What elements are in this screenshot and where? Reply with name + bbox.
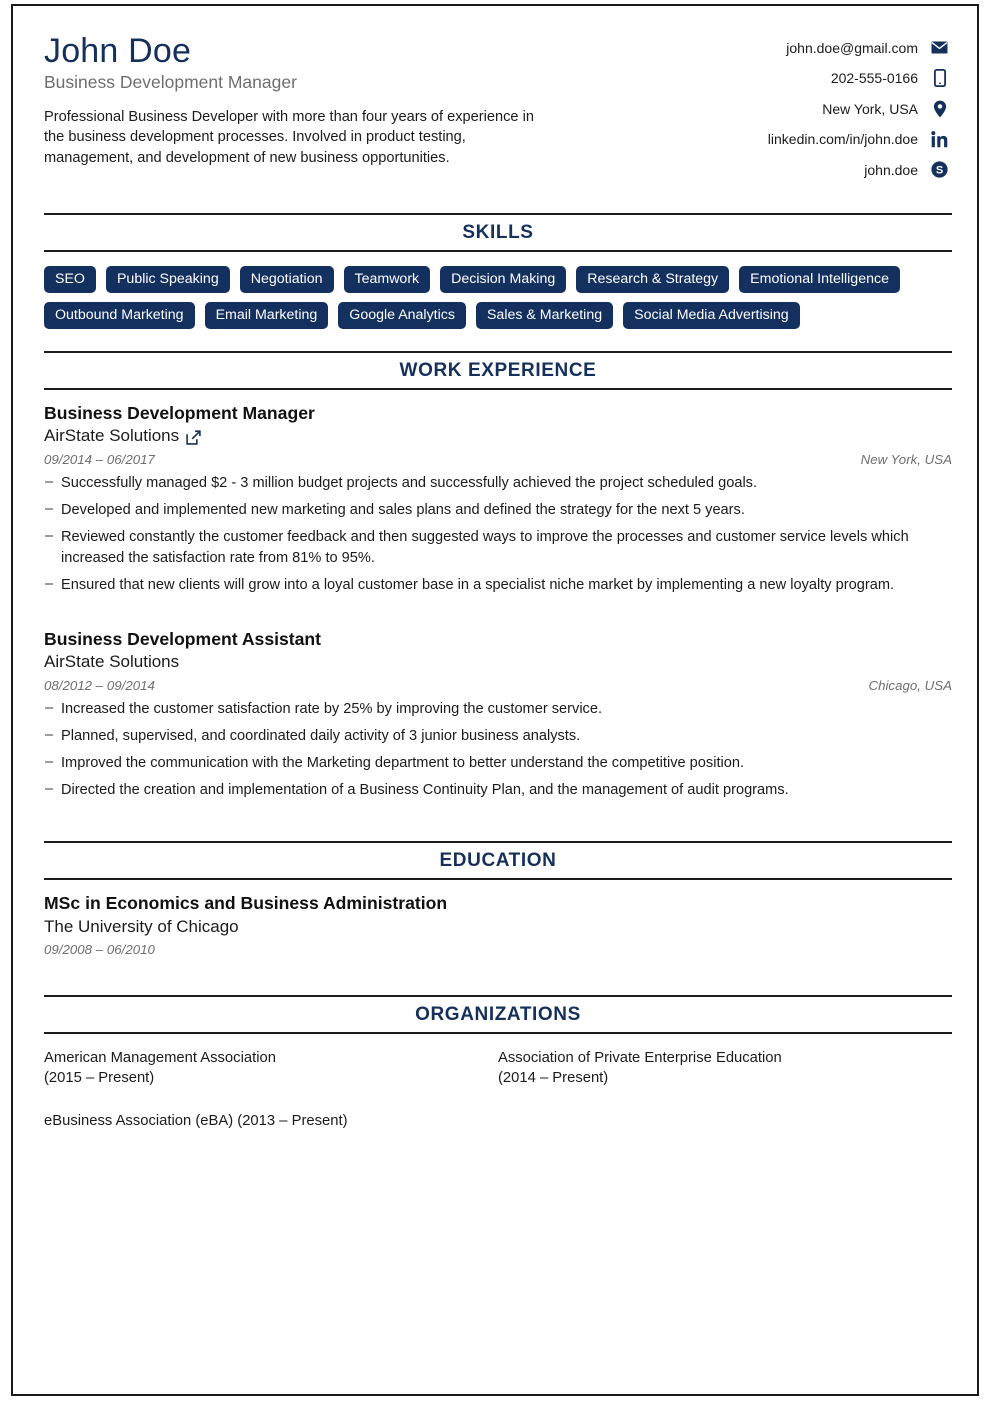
section-organizations: ORGANIZATIONS American Management Associ… xyxy=(44,995,952,1153)
contact-item-email[interactable]: john.doe@gmail.com xyxy=(768,38,949,57)
external-link-icon[interactable] xyxy=(186,430,201,445)
work-entry-bullets: Successfully managed $2 - 3 million budg… xyxy=(44,472,952,596)
contact-item-location: New York, USA xyxy=(768,99,949,118)
work-entry-meta: 09/2014 – 06/2017 New York, USA xyxy=(44,452,952,467)
skill-badge[interactable]: Teamwork xyxy=(343,265,431,293)
contact-location-text: New York, USA xyxy=(822,100,918,117)
work-entry-company: AirState Solutions xyxy=(44,425,949,448)
contact-item-linkedin[interactable]: linkedin.com/in/john.doe xyxy=(768,130,949,149)
email-icon xyxy=(930,38,949,57)
contact-block: john.doe@gmail.com 202-555-0166 New York… xyxy=(768,38,949,191)
skill-badge[interactable]: SEO xyxy=(44,265,96,293)
skype-icon: S xyxy=(930,160,949,179)
education-school: The University of Chicago xyxy=(44,916,239,936)
skill-badge[interactable]: Email Marketing xyxy=(204,301,329,330)
education-entry: MSc in Economics and Business Administra… xyxy=(44,880,949,957)
skill-badge[interactable]: Research & Strategy xyxy=(576,265,730,293)
contact-phone-text: 202-555-0166 xyxy=(830,70,918,86)
professional-summary: Professional Business Developer with mor… xyxy=(44,108,534,167)
contact-skype-text: john.doe xyxy=(864,161,918,178)
section-work-experience: WORK EXPERIENCE Business Development Man… xyxy=(44,351,952,801)
organization-item: eBusiness Association (eBA) (2013 – Pres… xyxy=(44,1112,348,1129)
linkedin-icon xyxy=(930,130,949,149)
section-skills: SKILLS SEO Public Speaking Negotiation T… xyxy=(44,212,952,330)
resume-page: John Doe Business Development Manager Pr… xyxy=(0,0,995,1406)
candidate-name: John Doe xyxy=(44,32,192,70)
work-entry-bullets: Increased the customer satisfaction rate… xyxy=(44,698,952,801)
svg-text:S: S xyxy=(936,164,943,176)
skill-badge[interactable]: Emotional Intelligence xyxy=(739,265,900,293)
education-date: 09/2008 – 06/2010 xyxy=(44,942,155,958)
work-entry-date: 08/2012 – 09/2014 xyxy=(44,677,155,693)
skill-badge[interactable]: Outbound Marketing xyxy=(44,301,195,330)
work-bullet: Reviewed constantly the customer feedbac… xyxy=(44,526,952,569)
work-entry-meta: 08/2012 – 09/2014 Chicago, USA xyxy=(44,678,952,693)
resume-sheet: John Doe Business Development Manager Pr… xyxy=(11,4,979,1396)
work-bullet: Developed and implemented new marketing … xyxy=(44,499,952,521)
header-identity: John Doe Business Development Manager Pr… xyxy=(44,32,604,169)
work-bullet: Successfully managed $2 - 3 million budg… xyxy=(44,472,952,494)
resume-header: John Doe Business Development Manager Pr… xyxy=(44,32,949,191)
contact-linkedin-text: linkedin.com/in/john.doe xyxy=(767,131,918,147)
skill-badge[interactable]: Public Speaking xyxy=(105,265,230,293)
contact-item-skype[interactable]: john.doe S xyxy=(768,160,949,179)
skill-badge[interactable]: Social Media Advertising xyxy=(623,301,800,330)
candidate-job-title: Business Development Manager xyxy=(44,71,297,92)
work-bullet: Directed the creation and implementation… xyxy=(44,779,952,801)
work-entry: Business Development Assistant AirState … xyxy=(44,602,952,801)
section-title-skills: SKILLS xyxy=(462,221,534,243)
work-bullet: Increased the customer satisfaction rate… xyxy=(44,698,952,720)
section-title-work-experience: WORK EXPERIENCE xyxy=(399,360,597,382)
skill-badge[interactable]: Negotiation xyxy=(239,265,334,293)
contact-email-text: john.doe@gmail.com xyxy=(786,39,918,56)
section-title-education: EDUCATION xyxy=(439,849,557,871)
work-bullet: Improved the communication with the Mark… xyxy=(44,752,952,774)
organizations-list: American Management Association (2015 – … xyxy=(44,1034,952,1153)
location-pin-icon xyxy=(930,99,949,118)
work-entry: Business Development Manager AirState So… xyxy=(44,390,952,596)
skills-list: SEO Public Speaking Negotiation Teamwork… xyxy=(44,252,956,330)
skill-badge[interactable]: Decision Making xyxy=(440,265,567,293)
work-entry-role: Business Development Assistant xyxy=(44,628,322,649)
work-entry-date: 09/2014 – 06/2017 xyxy=(44,451,155,467)
work-entry-company-name: AirState Solutions xyxy=(44,651,180,671)
section-title-organizations: ORGANIZATIONS xyxy=(415,1004,581,1026)
skill-badge[interactable]: Sales & Marketing xyxy=(475,301,614,330)
work-entry-company: AirState Solutions xyxy=(44,651,949,674)
section-education: EDUCATION MSc in Economics and Business … xyxy=(44,840,952,957)
work-entry-company-name: AirState Solutions xyxy=(44,426,180,446)
organization-item: Association of Private Enterprise Educat… xyxy=(498,1050,782,1087)
work-bullet: Planned, supervised, and coordinated dai… xyxy=(44,725,952,747)
education-degree: MSc in Economics and Business Administra… xyxy=(44,892,448,913)
work-entry-location: Chicago, USA xyxy=(868,677,952,693)
contact-item-phone[interactable]: 202-555-0166 xyxy=(768,69,949,88)
work-entry-role: Business Development Manager xyxy=(44,403,315,424)
work-bullet: Ensured that new clients will grow into … xyxy=(44,574,952,596)
organization-item: American Management Association (2015 – … xyxy=(44,1050,276,1087)
work-entry-location: New York, USA xyxy=(860,451,952,467)
skill-badge[interactable]: Google Analytics xyxy=(338,301,466,330)
phone-icon xyxy=(930,69,949,88)
